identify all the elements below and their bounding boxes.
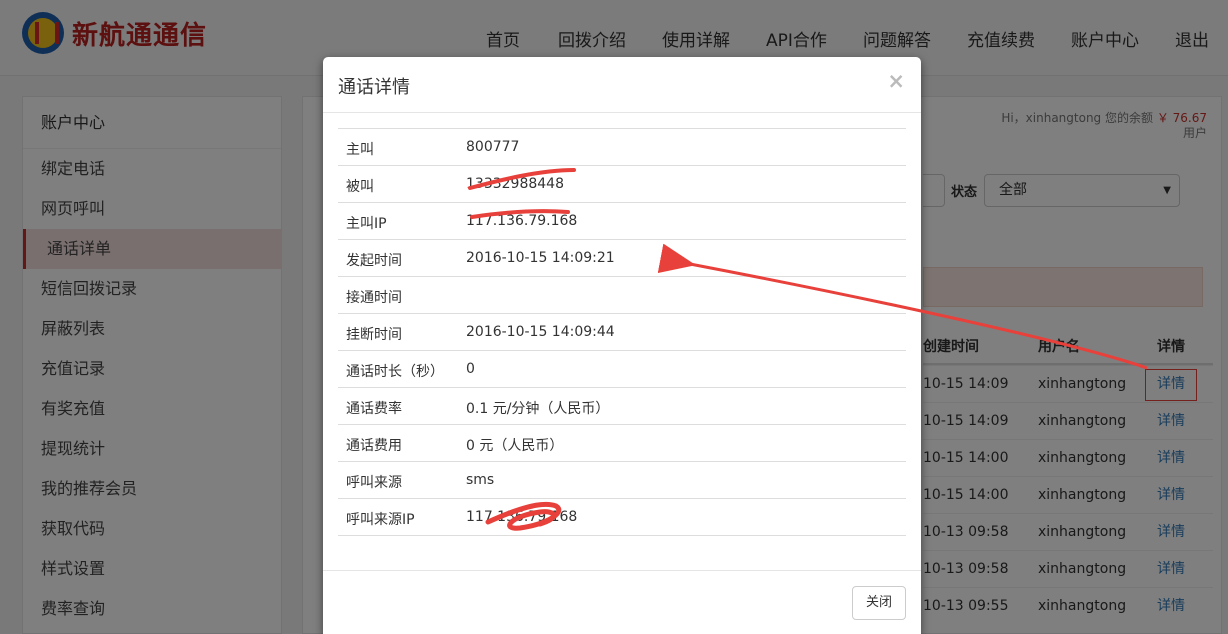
detail-row-caller-ip: 主叫IP 117.136.79.168 (338, 203, 906, 240)
detail-value: 13332988448 (466, 176, 564, 192)
detail-row-caller: 主叫 800777 (338, 129, 906, 166)
detail-value: 800777 (466, 139, 520, 155)
detail-value: 0 元（人民币） (466, 438, 564, 454)
detail-value: 0.1 元/分钟（人民币） (466, 401, 610, 417)
modal-footer: 关闭 (323, 570, 921, 634)
detail-label: 通话时长（秒） (346, 364, 444, 380)
detail-label: 通话费率 (346, 401, 402, 417)
detail-row-source-ip: 呼叫来源IP 117.136.79.168 (338, 499, 906, 536)
detail-row-duration: 通话时长（秒） 0 (338, 351, 906, 388)
detail-value: 117.136.79.168 (466, 213, 578, 229)
detail-label: 主叫IP (346, 216, 387, 232)
close-icon[interactable]: × (887, 69, 905, 93)
close-button[interactable]: 关闭 (852, 586, 906, 620)
detail-value: sms (466, 472, 495, 488)
detail-value: 0 (466, 361, 475, 377)
detail-value: 117.136.79.168 (466, 509, 578, 525)
detail-value: 2016-10-15 14:09:21 (466, 250, 615, 266)
detail-label: 发起时间 (346, 253, 402, 269)
detail-label: 挂断时间 (346, 327, 402, 343)
detail-label: 通话费用 (346, 438, 402, 454)
detail-row-hangup-time: 挂断时间 2016-10-15 14:09:44 (338, 314, 906, 351)
detail-row-connect-time: 接通时间 (338, 277, 906, 314)
detail-label: 被叫 (346, 179, 374, 195)
modal-title: 通话详情 (338, 77, 410, 98)
detail-row-source: 呼叫来源 sms (338, 462, 906, 499)
detail-row-start-time: 发起时间 2016-10-15 14:09:21 (338, 240, 906, 277)
detail-label: 主叫 (346, 142, 374, 158)
detail-label: 呼叫来源IP (346, 512, 415, 528)
detail-row-cost: 通话费用 0 元（人民币） (338, 425, 906, 462)
modal-header: 通话详情 × (323, 57, 921, 113)
call-detail-modal: 通话详情 × 主叫 800777 被叫 13332988448 主叫IP 117… (323, 57, 921, 634)
detail-label: 接通时间 (346, 290, 402, 306)
detail-row-rate: 通话费率 0.1 元/分钟（人民币） (338, 388, 906, 425)
detail-label: 呼叫来源 (346, 475, 402, 491)
call-detail-table: 主叫 800777 被叫 13332988448 主叫IP 117.136.79… (338, 128, 906, 536)
detail-row-callee: 被叫 13332988448 (338, 166, 906, 203)
detail-value: 2016-10-15 14:09:44 (466, 324, 615, 340)
